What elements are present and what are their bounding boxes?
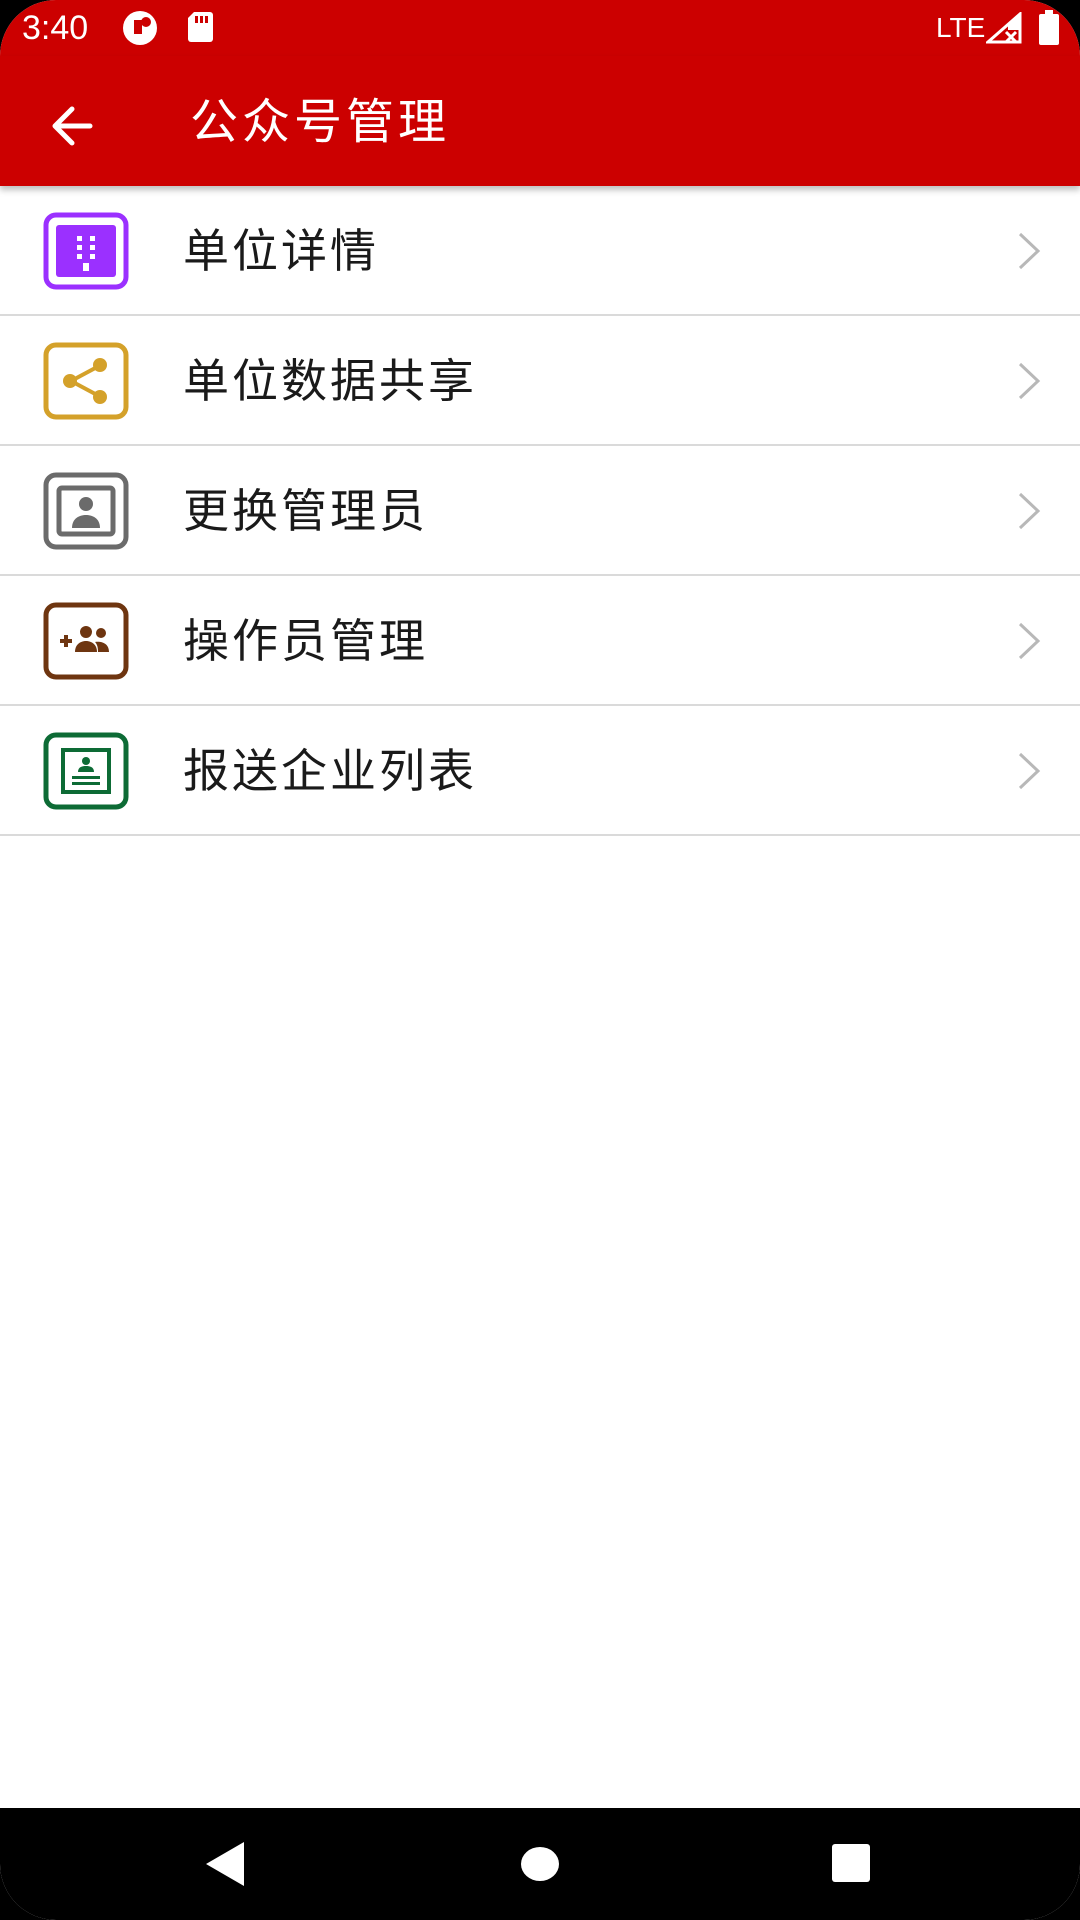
menu-item-label: 操作员管理 [183, 614, 428, 668]
navigation-bar [0, 1808, 1080, 1920]
recents-square-icon[interactable] [831, 1843, 871, 1887]
chevron-right-icon [1014, 230, 1044, 272]
share-icon [43, 342, 129, 420]
menu-item-unit-data-sharing[interactable]: 单位数据共享 [0, 316, 1080, 446]
menu-item-operator-management[interactable]: 操作员管理 [0, 576, 1080, 706]
menu-list: 单位详情 单位数据共享 更换管理员 操作员管理 报送企业列表 [0, 186, 1080, 836]
chevron-right-icon [1014, 360, 1044, 402]
contact-card-icon [43, 472, 129, 550]
page-title: 公众号管理 [190, 94, 451, 150]
menu-item-change-admin[interactable]: 更换管理员 [0, 446, 1080, 576]
battery-icon [1038, 10, 1060, 50]
status-time: 3:40 [22, 9, 89, 47]
menu-item-label: 单位数据共享 [183, 354, 477, 408]
menu-item-reporting-enterprise-list[interactable]: 报送企业列表 [0, 706, 1080, 836]
menu-item-label: 报送企业列表 [183, 744, 477, 798]
group-add-icon [43, 602, 129, 680]
chevron-right-icon [1014, 620, 1044, 662]
back-button[interactable] [40, 93, 106, 159]
network-type: LTE [936, 12, 986, 43]
document-list-icon [43, 732, 129, 810]
chevron-right-icon [1014, 750, 1044, 792]
chevron-right-icon [1014, 490, 1044, 532]
status-bar: 3:40 LTE [0, 0, 1080, 56]
notification-icon [122, 10, 160, 50]
home-circle-icon[interactable] [520, 1844, 560, 1888]
signal-icon [984, 10, 1022, 48]
building-icon [43, 212, 129, 290]
app-bar: 公众号管理 [0, 56, 1080, 186]
menu-item-label: 单位详情 [183, 224, 379, 278]
menu-item-label: 更换管理员 [183, 484, 428, 538]
screen: 3:40 LTE 公众号管理 单位详情 单位数据共享 更换管理员 操作员管理 报… [0, 0, 1080, 1920]
back-triangle-icon[interactable] [202, 1840, 246, 1892]
arrow-left-icon [52, 106, 93, 146]
sd-card-icon [186, 10, 214, 48]
menu-item-unit-details[interactable]: 单位详情 [0, 186, 1080, 316]
